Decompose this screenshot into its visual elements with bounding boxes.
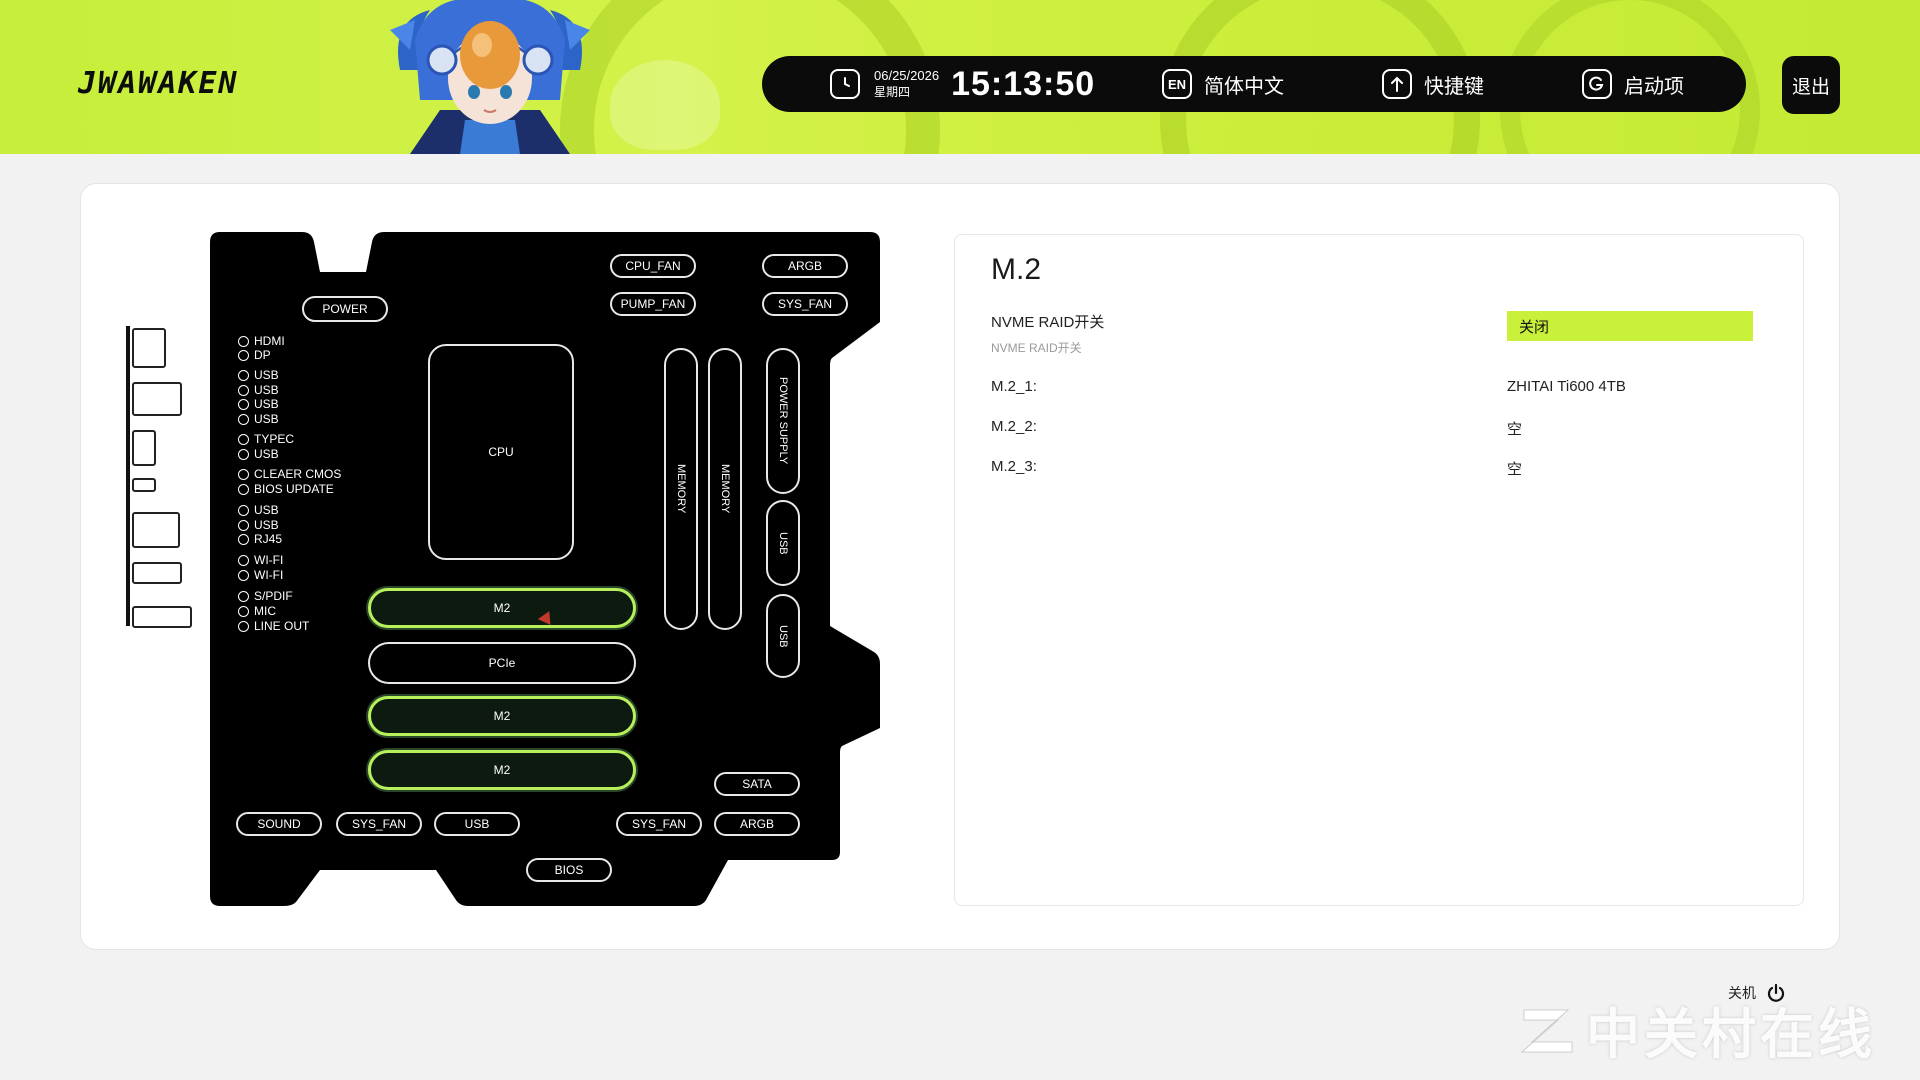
language-icon: EN: [1162, 69, 1192, 99]
m2-3-label: M.2_3:: [991, 458, 1037, 475]
bios-chip[interactable]: BIOS: [526, 858, 612, 882]
io-item: USB: [238, 518, 279, 532]
io-item: USB: [238, 368, 279, 382]
usb-header-2[interactable]: USB: [766, 594, 800, 678]
cpu-socket[interactable]: CPU: [428, 344, 574, 560]
boot-icon: [1582, 69, 1612, 99]
date-text: 06/25/2026: [874, 68, 940, 83]
usb-stack-icon: [132, 382, 182, 416]
boot-button[interactable]: 启动项: [1582, 56, 1684, 112]
watermark-text: 中关村在线: [1586, 1005, 1876, 1065]
pcie-slot[interactable]: PCIe: [368, 642, 636, 684]
io-item: CLEAER CMOS: [238, 467, 341, 481]
audio-jack-icon: [132, 606, 192, 628]
io-item: RJ45: [238, 532, 282, 546]
raid-sublabel: NVME RAID开关: [991, 341, 1082, 355]
mascot-illustration: [390, 0, 590, 154]
io-item: USB: [238, 412, 279, 426]
motherboard-map: CPU_FAN ARGB PUMP_FAN SYS_FAN POWER CPU …: [206, 232, 882, 908]
raid-toggle[interactable]: 关闭: [1507, 311, 1753, 341]
weekday-text: 星期四: [874, 85, 911, 99]
io-item: WI-FI: [238, 568, 283, 582]
io-item: USB: [238, 447, 279, 461]
hdmi-port-icon: [132, 328, 166, 368]
m2-3-value: 空: [1507, 461, 1523, 478]
language-button[interactable]: EN 简体中文: [1162, 56, 1284, 112]
cpu-fan-header[interactable]: CPU_FAN: [610, 254, 696, 278]
sys-fan-header-bottom-2[interactable]: SYS_FAN: [616, 812, 702, 836]
io-item: USB: [238, 397, 279, 411]
m2-slot-1[interactable]: M2: [368, 588, 636, 628]
m2-slot-3[interactable]: M2: [368, 750, 636, 790]
typec-port-icon: [132, 430, 156, 466]
io-item: USB: [238, 383, 279, 397]
status-bar: 06/25/2026 星期四 15:13:50 EN 简体中文 快捷键 启动项: [762, 56, 1746, 112]
usb-header-bottom[interactable]: USB: [434, 812, 520, 836]
watermark: 中关村在线: [1518, 990, 1876, 1069]
rj45-port-icon: [132, 512, 180, 548]
brand-logo: JWAWAKEN: [78, 66, 239, 101]
shortcut-icon: [1382, 69, 1412, 99]
power-supply-connector[interactable]: POWER SUPPLY: [766, 348, 800, 494]
m2-slot-2[interactable]: M2: [368, 696, 636, 736]
usb-header-1[interactable]: USB: [766, 500, 800, 586]
detail-panel: M.2 NVME RAID开关 NVME RAID开关 关闭 M.2_1: ZH…: [954, 234, 1804, 906]
io-item: TYPEC: [238, 432, 294, 446]
watermark-logo-icon: [1520, 1009, 1573, 1052]
argb-header-bottom[interactable]: ARGB: [714, 812, 800, 836]
header-banner: JWAWAKEN 06/25/2026 星期四 15:13:50 EN 简体中文…: [0, 0, 1920, 154]
exit-button[interactable]: 退出: [1782, 56, 1840, 114]
detail-title: M.2: [991, 253, 1042, 286]
date-block: 06/25/2026 星期四: [874, 68, 939, 100]
io-item: WI-FI: [238, 553, 283, 567]
m2-1-label: M.2_1:: [991, 378, 1037, 395]
sys-fan-header-bottom-1[interactable]: SYS_FAN: [336, 812, 422, 836]
power-button[interactable]: POWER: [302, 296, 388, 322]
m2-1-value: ZHITAI Ti600 4TB: [1507, 378, 1626, 395]
shortcut-button[interactable]: 快捷键: [1382, 56, 1484, 112]
language-label: 简体中文: [1204, 75, 1284, 98]
memory-slot-2[interactable]: MEMORY: [708, 348, 742, 630]
memory-slot-1[interactable]: MEMORY: [664, 348, 698, 630]
io-strip-bar: [126, 326, 130, 626]
pump-fan-header[interactable]: PUMP_FAN: [610, 292, 696, 316]
rear-io-strip: [126, 326, 196, 632]
raid-label: NVME RAID开关: [991, 314, 1105, 331]
io-item: BIOS UPDATE: [238, 482, 334, 496]
cmos-button-icon: [132, 478, 156, 492]
boot-label: 启动项: [1624, 75, 1684, 98]
argb-header-top[interactable]: ARGB: [762, 254, 848, 278]
m2-2-label: M.2_2:: [991, 418, 1037, 435]
io-item: HDMI: [238, 334, 285, 348]
time-text: 15:13:50: [951, 64, 1096, 103]
datetime-display: 06/25/2026 星期四 15:13:50: [830, 56, 1095, 112]
io-item: DP: [238, 348, 271, 362]
m2-2-value: 空: [1507, 421, 1523, 438]
sound-header[interactable]: SOUND: [236, 812, 322, 836]
io-item: S/PDIF: [238, 589, 293, 603]
clock-icon: [830, 69, 860, 99]
wifi-antenna-icon: [132, 562, 182, 584]
io-item: LINE OUT: [238, 619, 309, 633]
io-item: USB: [238, 503, 279, 517]
sata-header[interactable]: SATA: [714, 772, 800, 796]
shortcut-label: 快捷键: [1424, 75, 1484, 98]
decor-blob: [610, 60, 720, 150]
sys-fan-header-top[interactable]: SYS_FAN: [762, 292, 848, 316]
io-item: MIC: [238, 604, 276, 618]
